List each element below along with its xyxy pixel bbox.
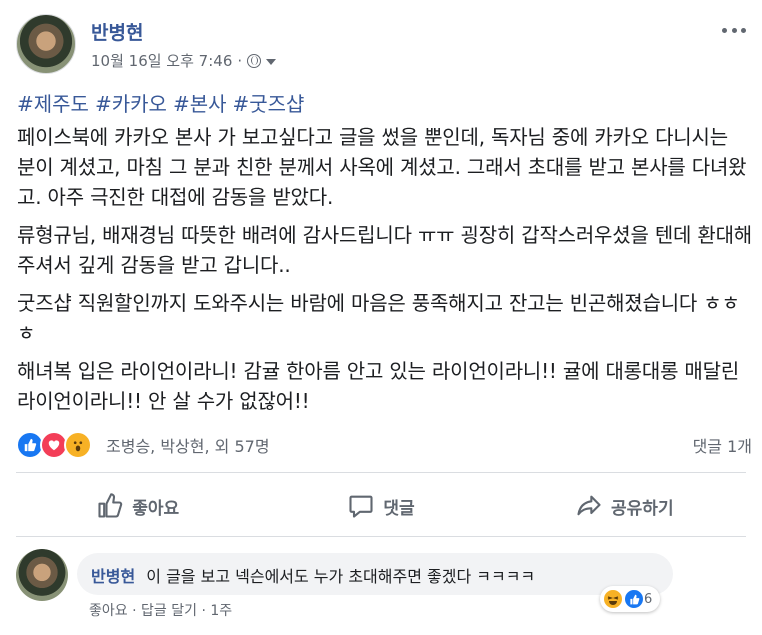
post-paragraph: 해녀복 입은 라이언이라니! 감귤 한아름 안고 있는 라이언이라니!! 귤에 … <box>17 359 740 413</box>
reply-link[interactable]: 답글 달기 <box>141 603 197 619</box>
comment-like-link[interactable]: 좋아요 <box>89 603 128 619</box>
thumbs-up-icon <box>98 493 123 518</box>
comment-author[interactable]: 반병현 <box>91 567 135 586</box>
like-label: 좋아요 <box>132 498 180 519</box>
comment-icon <box>349 495 373 518</box>
hashtag-link[interactable]: #본사 <box>173 88 227 117</box>
share-label: 공유하기 <box>611 498 674 519</box>
like-button[interactable]: 좋아요 <box>16 478 259 534</box>
comment-text: 이 글을 보고 넥슨에서도 누가 초대해주면 좋겠다 ㅋㅋㅋㅋ <box>146 567 536 586</box>
hashtag-list: #제주도 #카카오 #본사 #굿즈샵 <box>17 88 304 117</box>
post-header: 반병현 10월 16일 오후 7:46 · <box>16 14 746 78</box>
comment-time[interactable]: 1주 <box>210 603 232 619</box>
dot-icon <box>731 27 737 33</box>
divider <box>16 536 746 537</box>
reactions-bar: 조병승, 박상현, 외 57명 댓글 1개 <box>16 430 752 460</box>
hashtag-link[interactable]: #제주도 <box>17 88 89 117</box>
post-content: 페이스북에 카카오 본사 가 보고싶다고 글을 썼을 뿐인데, 독자님 중에 카… <box>17 122 752 424</box>
commenter-avatar[interactable] <box>16 549 68 601</box>
comment-actions: 좋아요 · 답글 달기 · 1주 <box>89 600 232 620</box>
post-paragraph: 굿즈샵 직원할인까지 도와주시는 바람에 마음은 풍족해지고 잔고는 빈곤해졌습… <box>17 291 740 345</box>
like-icon <box>623 588 645 610</box>
comment-reaction-count: 6 <box>644 591 653 607</box>
post-paragraph: 페이스북에 카카오 본사 가 보고싶다고 글을 썼을 뿐인데, 독자님 중에 카… <box>17 125 747 209</box>
separator: · <box>201 603 206 619</box>
post-actions: 좋아요 댓글 공유하기 <box>16 478 746 534</box>
hashtag-link[interactable]: #굿즈샵 <box>233 88 305 117</box>
globe-icon[interactable] <box>247 53 262 68</box>
post-paragraph: 류형규님, 배재경님 따뜻한 배려에 감사드립니다 ㅠㅠ 굉장히 갑작스러우셨을… <box>17 223 752 277</box>
wow-icon <box>64 431 92 459</box>
meta-separator: · <box>237 51 243 70</box>
divider <box>16 472 746 473</box>
share-icon <box>577 495 601 516</box>
post-meta: 10월 16일 오후 7:46 · <box>91 50 277 71</box>
comment-label: 댓글 <box>383 498 415 519</box>
reaction-icons[interactable] <box>16 431 92 459</box>
comment-count[interactable]: 댓글 1개 <box>693 433 752 457</box>
reaction-summary[interactable]: 조병승, 박상현, 외 57명 <box>106 433 270 457</box>
more-options-button[interactable] <box>722 20 746 40</box>
author-avatar[interactable] <box>16 14 76 74</box>
comment-reactions[interactable]: 6 <box>600 586 661 612</box>
dot-icon <box>722 27 727 33</box>
comment-button[interactable]: 댓글 <box>259 478 502 534</box>
haha-icon <box>602 588 624 610</box>
separator: · <box>132 603 137 619</box>
dot-icon <box>741 27 746 33</box>
comment-bubble: 반병현 이 글을 보고 넥슨에서도 누가 초대해주면 좋겠다 ㅋㅋㅋㅋ <box>77 553 673 595</box>
author-name[interactable]: 반병현 <box>91 18 143 45</box>
post-timestamp[interactable]: 10월 16일 오후 7:46 <box>91 50 232 71</box>
chevron-down-icon[interactable] <box>266 58 277 65</box>
hashtag-link[interactable]: #카카오 <box>95 88 167 117</box>
share-button[interactable]: 공유하기 <box>503 478 746 534</box>
